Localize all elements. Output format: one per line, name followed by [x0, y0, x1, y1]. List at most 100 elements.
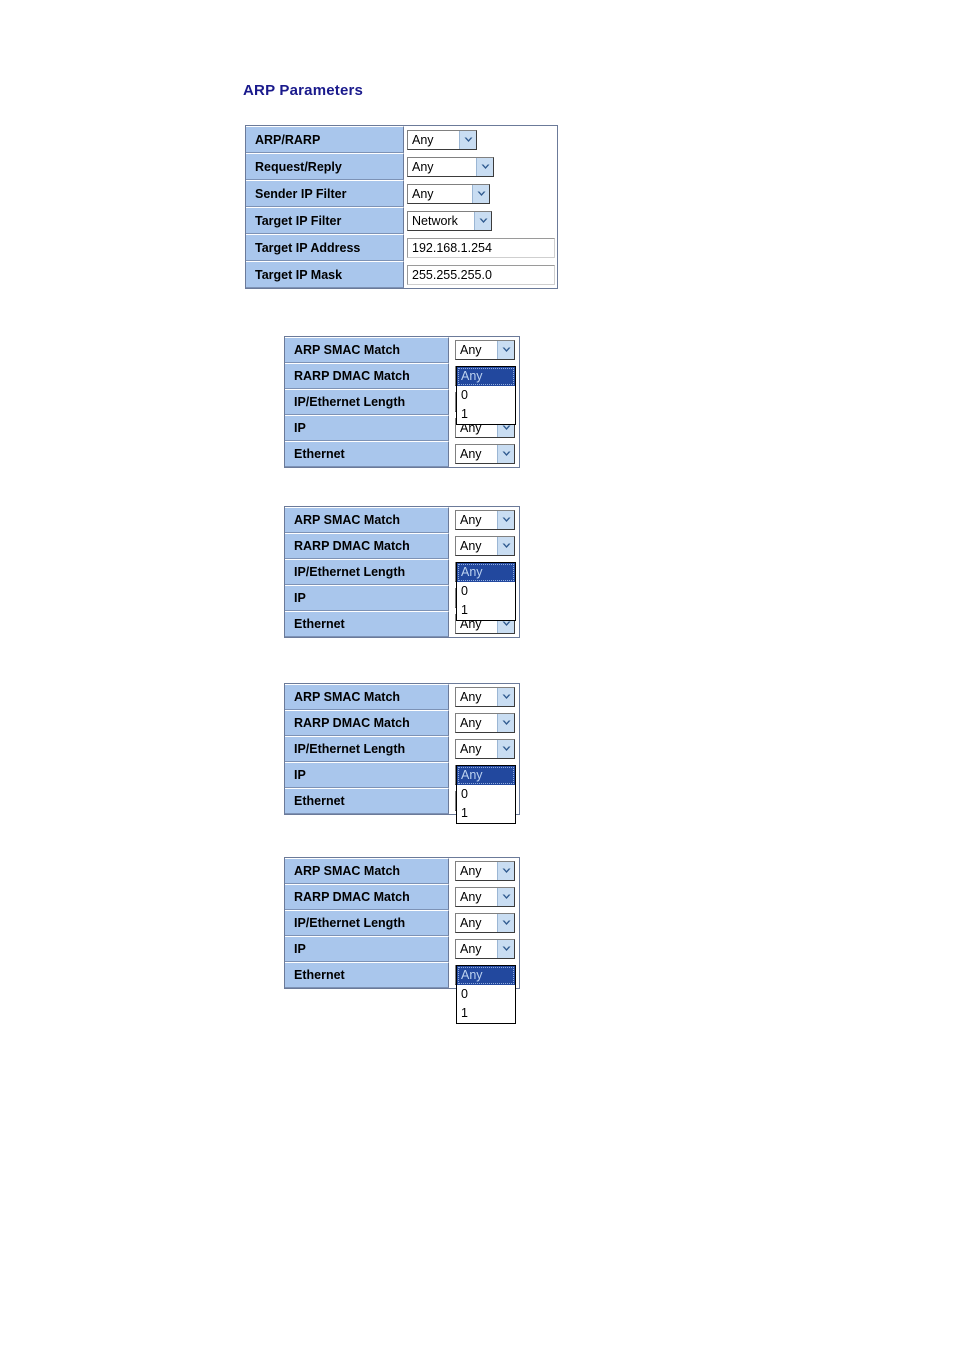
dropdown-options-list[interactable]: Any 0 1	[456, 765, 516, 824]
row-label: Target IP Filter	[246, 207, 404, 234]
select-arp-smac-match[interactable]: Any	[455, 340, 515, 360]
chevron-down-icon[interactable]	[497, 537, 514, 555]
row-label: IP/Ethernet Length	[285, 736, 449, 762]
table-row: IP/Ethernet Length Any	[285, 736, 519, 762]
select-arp-smac-match[interactable]: Any	[455, 687, 515, 707]
dropdown-options-list[interactable]: Any 0 1	[456, 965, 516, 1024]
row-value: Any	[449, 858, 515, 884]
arp-match-table: ARP SMAC MatchAnyRARP DMAC MatchAnyIP/Et…	[284, 683, 520, 824]
chevron-down-icon[interactable]	[497, 862, 514, 880]
select-ip-ethernet-length[interactable]: Any	[455, 913, 515, 933]
table-row: Ethernet Any	[285, 441, 519, 467]
chevron-down-icon[interactable]	[497, 511, 514, 529]
dropdown-option[interactable]: 0	[457, 785, 515, 804]
row-label: RARP DMAC Match	[285, 710, 449, 736]
select-rarp-dmac-match[interactable]: Any	[455, 713, 515, 733]
row-value: Any	[449, 337, 515, 363]
select-value: Any	[460, 343, 482, 357]
select-value: Any	[460, 916, 482, 930]
select-value: Any	[412, 132, 434, 147]
dropdown-option[interactable]: 0	[457, 582, 515, 601]
row-label: Ethernet	[285, 788, 449, 814]
chevron-down-icon[interactable]	[476, 157, 493, 176]
dropdown-option[interactable]: 1	[457, 804, 515, 823]
input-target-ip-address[interactable]: 192.168.1.254	[407, 237, 555, 258]
row-label: ARP SMAC Match	[285, 684, 449, 710]
row-value: Any	[449, 684, 515, 710]
dropdown-option[interactable]: 1	[457, 601, 515, 620]
row-value: Any	[449, 533, 515, 559]
table-row: ARP SMAC Match Any	[285, 858, 519, 884]
row-label: RARP DMAC Match	[285, 363, 449, 389]
chevron-down-icon[interactable]	[497, 445, 514, 463]
select-value: Any	[460, 513, 482, 527]
table-row: RARP DMAC Match Any	[285, 533, 519, 559]
chevron-down-icon[interactable]	[474, 211, 491, 230]
select-ethernet[interactable]: Any	[455, 444, 515, 464]
dropdown-option[interactable]: 0	[457, 985, 515, 1004]
row-value: Any	[404, 153, 494, 180]
chevron-down-icon[interactable]	[497, 940, 514, 958]
row-label: ARP SMAC Match	[285, 337, 449, 363]
table-row: Target IP Address 192.168.1.254	[246, 234, 557, 261]
dropdown-option[interactable]: 1	[457, 1004, 515, 1023]
row-label: Ethernet	[285, 962, 449, 988]
table-row: Sender IP Filter Any	[246, 180, 557, 207]
row-value: Any	[449, 936, 515, 962]
chevron-down-icon[interactable]	[497, 888, 514, 906]
input-value: 192.168.1.254	[412, 240, 492, 255]
row-label: RARP DMAC Match	[285, 884, 449, 910]
select-ip[interactable]: Any	[455, 939, 515, 959]
row-label: Target IP Address	[246, 234, 404, 261]
row-label: ARP SMAC Match	[285, 507, 449, 533]
row-label: IP	[285, 585, 449, 611]
dropdown-option[interactable]: Any	[457, 367, 515, 386]
select-value: Any	[460, 864, 482, 878]
input-target-ip-mask[interactable]: 255.255.255.0	[407, 264, 555, 285]
arp-match-table: ARP SMAC MatchAnyRARP DMAC MatchAnyIP/Et…	[284, 857, 520, 1024]
select-ip-ethernet-length[interactable]: Any	[455, 739, 515, 759]
row-label: ARP SMAC Match	[285, 858, 449, 884]
dropdown-option[interactable]: 0	[457, 386, 515, 405]
row-value: Any	[404, 126, 477, 153]
select-value: Network	[412, 213, 458, 228]
select-arp-rarp[interactable]: Any	[407, 129, 477, 150]
row-label: Ethernet	[285, 441, 449, 467]
select-request-reply[interactable]: Any	[407, 156, 494, 177]
row-value: Any	[449, 507, 515, 533]
dropdown-options-list[interactable]: Any 0 1	[456, 562, 516, 621]
select-value: Any	[412, 186, 434, 201]
chevron-down-icon[interactable]	[497, 688, 514, 706]
select-sender-ip-filter[interactable]: Any	[407, 183, 490, 204]
select-value: Any	[460, 716, 482, 730]
chevron-down-icon[interactable]	[497, 914, 514, 932]
chevron-down-icon[interactable]	[497, 341, 514, 359]
row-value: Any	[449, 736, 515, 762]
row-value: Any	[449, 910, 515, 936]
select-value: Any	[460, 942, 482, 956]
row-value: Any	[449, 884, 515, 910]
select-target-ip-filter[interactable]: Network	[407, 210, 492, 231]
table-row: RARP DMAC Match Any	[285, 710, 519, 736]
select-rarp-dmac-match[interactable]: Any	[455, 536, 515, 556]
row-label: Target IP Mask	[246, 261, 404, 288]
row-value: Any	[404, 180, 490, 207]
dropdown-option[interactable]: Any	[457, 766, 515, 785]
select-value: Any	[412, 159, 434, 174]
row-label: RARP DMAC Match	[285, 533, 449, 559]
chevron-down-icon[interactable]	[459, 130, 476, 149]
table-row: ARP SMAC Match Any	[285, 507, 519, 533]
select-rarp-dmac-match[interactable]: Any	[455, 887, 515, 907]
row-label: IP/Ethernet Length	[285, 559, 449, 585]
page-title: ARP Parameters	[243, 82, 364, 99]
select-arp-smac-match[interactable]: Any	[455, 861, 515, 881]
dropdown-option[interactable]: Any	[457, 966, 515, 985]
dropdown-option[interactable]: Any	[457, 563, 515, 582]
row-value: Any	[449, 710, 515, 736]
chevron-down-icon[interactable]	[472, 184, 489, 203]
chevron-down-icon[interactable]	[497, 714, 514, 732]
select-arp-smac-match[interactable]: Any	[455, 510, 515, 530]
dropdown-options-list[interactable]: Any 0 1	[456, 366, 516, 425]
chevron-down-icon[interactable]	[497, 740, 514, 758]
dropdown-option[interactable]: 1	[457, 405, 515, 424]
